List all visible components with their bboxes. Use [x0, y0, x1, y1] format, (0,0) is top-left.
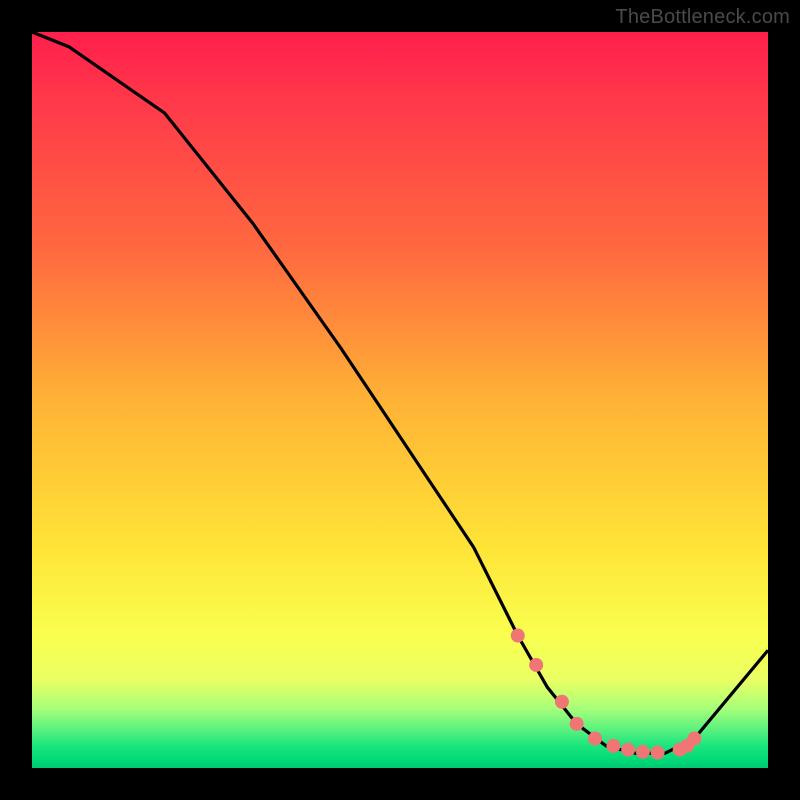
marker-dot — [529, 658, 543, 672]
marker-dot — [511, 629, 525, 643]
marker-dot — [687, 732, 701, 746]
marker-dot — [636, 745, 650, 759]
watermark-text: TheBottleneck.com — [615, 6, 790, 29]
marker-dot — [555, 695, 569, 709]
marker-dot — [570, 717, 584, 731]
marker-group — [511, 629, 702, 760]
plot-area — [32, 32, 768, 768]
marker-dot — [588, 732, 602, 746]
curve-line — [32, 32, 768, 753]
chart-frame: TheBottleneck.com — [0, 0, 800, 800]
marker-dot — [621, 743, 635, 757]
marker-dot — [606, 739, 620, 753]
chart-svg — [32, 32, 768, 768]
marker-dot — [651, 746, 665, 760]
